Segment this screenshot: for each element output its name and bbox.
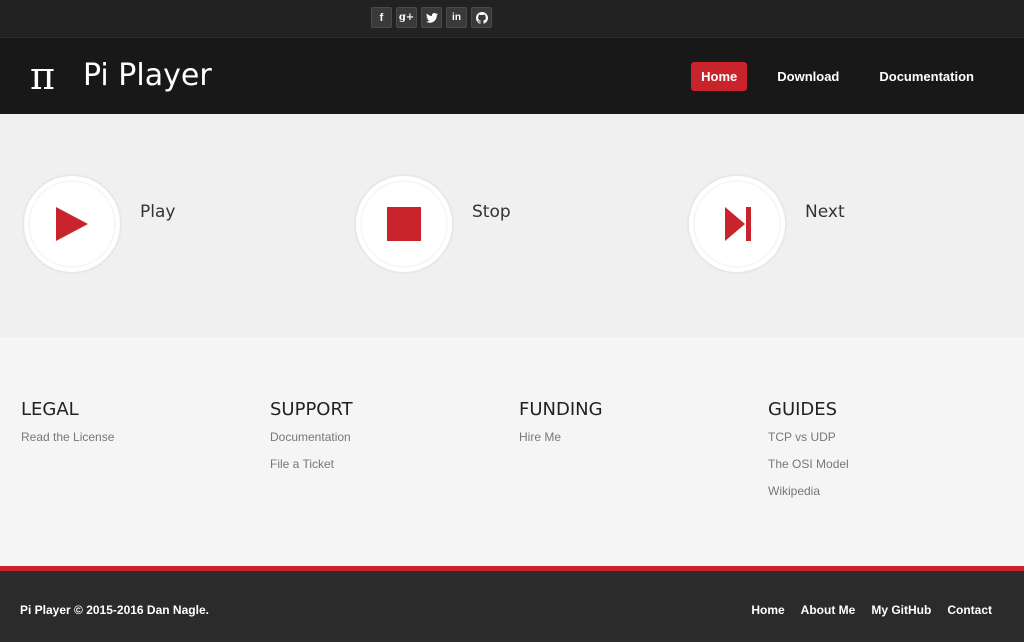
guides-link-osi[interactable]: The OSI Model: [768, 457, 849, 471]
linkedin-glyph: in: [452, 12, 461, 23]
stop-icon: [387, 207, 421, 241]
support-heading: SUPPORT: [270, 399, 353, 420]
legal-heading: LEGAL: [21, 399, 79, 420]
nav-download[interactable]: Download: [767, 62, 849, 91]
funding-heading: FUNDING: [519, 399, 603, 420]
legal-link-license[interactable]: Read the License: [21, 430, 114, 444]
linkedin-icon[interactable]: in: [446, 7, 467, 28]
footer-nav-contact[interactable]: Contact: [947, 603, 992, 617]
facebook-icon[interactable]: f: [371, 7, 392, 28]
funding-column: FUNDING Hire Me: [519, 399, 603, 457]
nav-documentation[interactable]: Documentation: [869, 62, 984, 91]
stop-title: Stop: [472, 202, 511, 222]
facebook-glyph: f: [379, 11, 384, 24]
next-title: Next: [805, 202, 845, 222]
player-controls: Play Stop Next: [0, 114, 1024, 337]
stop-button[interactable]: [356, 176, 452, 272]
site-title: Pi Player: [83, 58, 212, 93]
footer-nav-home[interactable]: Home: [751, 603, 784, 617]
main-nav: Home Download Documentation: [671, 62, 984, 91]
next-icon: [725, 207, 751, 241]
site-header: π Pi Player Home Download Documentation: [0, 38, 1024, 114]
guides-heading: GUIDES: [768, 399, 838, 420]
footer-nav-github[interactable]: My GitHub: [871, 603, 931, 617]
guides-column: GUIDES TCP vs UDP The OSI Model Wikipedi…: [768, 399, 849, 511]
pi-logo-icon: π: [30, 54, 55, 98]
play-title: Play: [140, 202, 176, 222]
top-bar: f g+ t in gh: [0, 0, 1024, 38]
guides-link-tcp-udp[interactable]: TCP vs UDP: [768, 430, 849, 444]
copyright-text: Pi Player © 2015-2016 Dan Nagle.: [20, 603, 209, 617]
play-feature: Play: [24, 176, 175, 272]
funding-link-hire[interactable]: Hire Me: [519, 430, 603, 444]
support-column: SUPPORT Documentation File a Ticket: [270, 399, 353, 484]
footer-nav: Home About Me My GitHub Contact: [735, 603, 992, 617]
next-feature: Next: [689, 176, 845, 272]
play-button-inner: [30, 182, 114, 266]
next-button-inner: [695, 182, 779, 266]
github-icon[interactable]: gh: [471, 7, 492, 28]
site-logo[interactable]: π Pi Player: [30, 57, 212, 95]
play-button[interactable]: [24, 176, 120, 272]
google-plus-glyph: g+: [398, 12, 415, 23]
stop-feature: Stop: [356, 176, 511, 272]
nav-home[interactable]: Home: [691, 62, 748, 91]
support-link-documentation[interactable]: Documentation: [270, 430, 353, 444]
social-links: f g+ t in gh: [371, 7, 492, 28]
site-footer: Pi Player © 2015-2016 Dan Nagle. Home Ab…: [0, 566, 1024, 642]
google-plus-icon[interactable]: g+: [396, 7, 417, 28]
stop-button-inner: [362, 182, 446, 266]
twitter-bird-icon: [425, 12, 438, 23]
support-link-ticket[interactable]: File a Ticket: [270, 457, 353, 471]
legal-column: LEGAL Read the License: [21, 399, 114, 457]
github-octocat-icon: [475, 11, 488, 24]
guides-link-wikipedia[interactable]: Wikipedia: [768, 484, 849, 498]
play-icon: [56, 207, 88, 241]
footer-nav-about[interactable]: About Me: [801, 603, 856, 617]
footer-links: LEGAL Read the License SUPPORT Documenta…: [0, 337, 1024, 566]
twitter-icon[interactable]: t: [421, 7, 442, 28]
next-button[interactable]: [689, 176, 785, 272]
